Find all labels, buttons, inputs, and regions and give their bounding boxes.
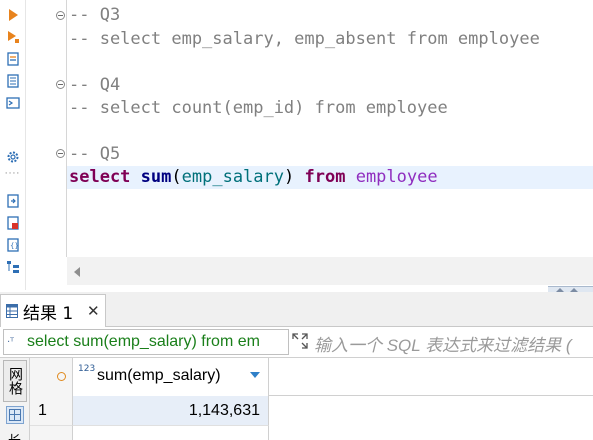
- sql-keyword: from: [304, 167, 346, 187]
- sql-editor[interactable]: -- Q3 -- select emp_salary, emp_absent f…: [67, 0, 593, 257]
- row-number-empty: [30, 426, 73, 440]
- column-header[interactable]: 123 sum(emp_salary): [73, 358, 269, 396]
- sql-keyword: select: [69, 167, 131, 187]
- sql-paren: ): [284, 167, 295, 187]
- sql-column: emp_salary: [181, 167, 284, 187]
- editor-toolbar: ···· {}: [0, 0, 26, 290]
- results-view-switcher: 网格 长: [0, 358, 30, 440]
- code-line: -- select emp_salary, emp_absent from em…: [69, 29, 540, 49]
- grid-view-tab[interactable]: 网格: [3, 360, 27, 402]
- sql-table: employee: [355, 167, 438, 187]
- toolbar-separator: ····: [4, 169, 21, 179]
- tab-label: 结果 1: [23, 303, 74, 324]
- code-line: -- select count(emp_id) from employee: [69, 98, 448, 118]
- text-view-tab[interactable]: 长: [8, 430, 21, 440]
- fold-toggle-icon[interactable]: [56, 149, 65, 158]
- grid-view-icon[interactable]: [6, 406, 24, 424]
- save-icon[interactable]: [4, 214, 21, 231]
- numeric-type-icon: 123: [78, 364, 96, 374]
- code-line: -- Q5: [69, 144, 121, 164]
- row-number[interactable]: 1: [30, 396, 73, 426]
- filter-expression-input[interactable]: 输入一个 SQL 表达式来过滤结果 (: [314, 331, 572, 356]
- empty-grid-area: [30, 426, 593, 440]
- format-icon[interactable]: {}: [4, 236, 21, 253]
- tab-results-1[interactable]: 结果 1 ✕: [0, 294, 106, 327]
- code-line: -- Q4: [69, 75, 121, 95]
- filter-query-text: select sum(emp_salary) from em: [27, 333, 260, 350]
- explain-icon[interactable]: [4, 50, 21, 67]
- filter-query-field[interactable]: ·ᵀ select sum(emp_salary) from em: [3, 329, 289, 355]
- filter-bar: ·ᵀ select sum(emp_salary) from em 输入一个 S…: [0, 327, 593, 358]
- output-icon[interactable]: [4, 94, 21, 111]
- results-grid-header: 123 sum(emp_salary): [30, 358, 593, 396]
- results-tab-bar: 结果 1 ✕: [0, 292, 593, 327]
- table-icon: [6, 304, 18, 318]
- sort-icon[interactable]: [250, 372, 260, 378]
- code-line: -- Q3: [69, 5, 121, 25]
- editor-horizontal-scrollbar[interactable]: [67, 257, 593, 285]
- run-script-icon[interactable]: [4, 28, 21, 45]
- result-cell[interactable]: 1,143,631: [73, 396, 269, 426]
- export-icon[interactable]: [4, 192, 21, 209]
- fold-toggle-icon[interactable]: [56, 80, 65, 89]
- sql-paren: (: [171, 167, 182, 187]
- table-row: 1 1,143,631: [30, 396, 593, 426]
- column-name: sum(emp_salary): [97, 367, 221, 384]
- fold-toggle-icon[interactable]: [56, 11, 65, 20]
- load-plan-icon[interactable]: [4, 72, 21, 89]
- close-icon[interactable]: ✕: [87, 302, 100, 320]
- expand-icon[interactable]: [292, 333, 308, 349]
- settings-icon[interactable]: [4, 148, 21, 165]
- current-code-line: select sum(emp_salary) from employee: [67, 166, 593, 189]
- row-header-corner[interactable]: [30, 358, 73, 396]
- outline-icon[interactable]: [4, 258, 21, 275]
- run-icon[interactable]: [4, 6, 21, 23]
- svg-text:{}: {}: [10, 242, 19, 250]
- cell-empty: [73, 426, 269, 440]
- row-status-icon: [57, 372, 66, 381]
- grid-view-label: 网格: [7, 367, 23, 395]
- editor-gutter: [26, 0, 67, 257]
- sql-function: sum: [140, 167, 172, 187]
- filter-sql-icon: ·ᵀ: [7, 336, 15, 348]
- scroll-left-icon[interactable]: [74, 267, 80, 277]
